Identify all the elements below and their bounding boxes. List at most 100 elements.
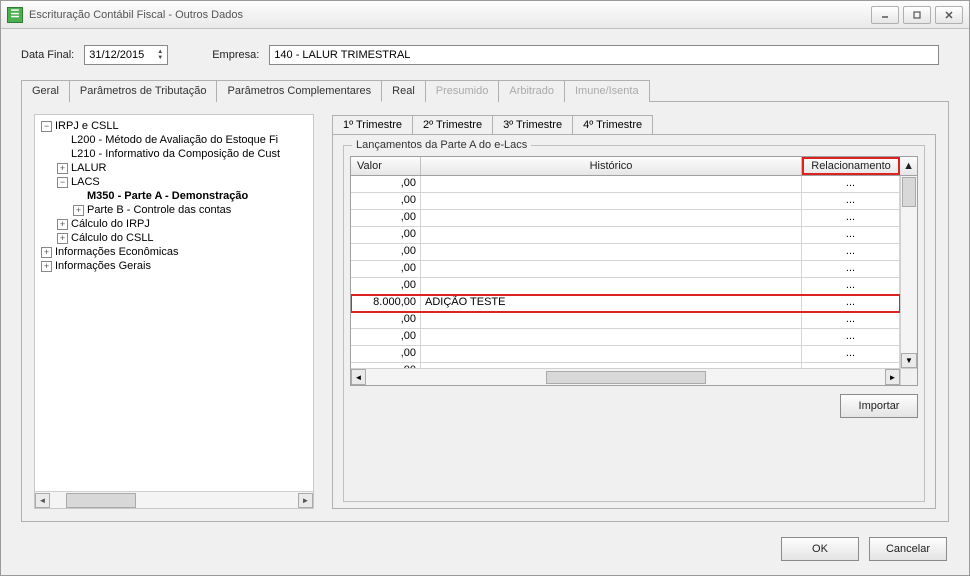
tree-node-calc-irpj[interactable]: +Cálculo do IRPJ (37, 217, 311, 231)
cell-valor[interactable]: ,00 (351, 210, 421, 226)
minimize-button[interactable] (871, 6, 899, 24)
cell-historico[interactable] (421, 261, 802, 277)
table-row[interactable]: ,00... (351, 210, 900, 227)
cell-relacionamento[interactable]: ... (802, 176, 900, 192)
cell-historico[interactable] (421, 193, 802, 209)
sort-up-icon[interactable]: ▲ (900, 157, 917, 175)
tree-panel: −IRPJ e CSLL L200 - Método de Avaliação … (34, 114, 314, 509)
cell-valor[interactable]: ,00 (351, 176, 421, 192)
tab-arbitrado: Arbitrado (498, 80, 565, 102)
scroll-thumb[interactable] (546, 371, 706, 384)
cell-historico[interactable] (421, 312, 802, 328)
tab-t4[interactable]: 4º Trimestre (572, 115, 653, 135)
minus-icon[interactable]: − (57, 177, 68, 188)
tab-geral[interactable]: Geral (21, 80, 70, 102)
table-row[interactable]: ,00... (351, 176, 900, 193)
cell-valor[interactable]: ,00 (351, 244, 421, 260)
table-row[interactable]: ,00... (351, 193, 900, 210)
scroll-thumb[interactable] (66, 493, 136, 508)
tab-t3[interactable]: 3º Trimestre (492, 115, 573, 135)
table-row[interactable]: ,00... (351, 227, 900, 244)
tree-node-lacs[interactable]: −LACS (37, 175, 311, 189)
tree-node-l200[interactable]: L200 - Método de Avaliação do Estoque Fi (37, 133, 311, 147)
scroll-left-icon[interactable]: ◄ (351, 369, 366, 385)
table-row[interactable]: ,00... (351, 278, 900, 295)
scroll-left-icon[interactable]: ◄ (35, 493, 50, 508)
cell-valor[interactable]: ,00 (351, 312, 421, 328)
table-row[interactable]: 8.000,00ADIÇÃO TESTE... (351, 295, 900, 312)
tab-presumido: Presumido (425, 80, 500, 102)
cell-relacionamento[interactable]: ... (802, 227, 900, 243)
table-row[interactable]: ,00... (351, 346, 900, 363)
col-historico[interactable]: Histórico (421, 157, 802, 175)
cell-valor[interactable]: ,00 (351, 329, 421, 345)
tree-node-lalur[interactable]: +LALUR (37, 161, 311, 175)
tree-node-m350[interactable]: M350 - Parte A - Demonstração (37, 189, 311, 203)
tab-t1[interactable]: 1º Trimestre (332, 115, 413, 135)
cell-relacionamento[interactable]: ... (802, 261, 900, 277)
scroll-right-icon[interactable]: ► (298, 493, 313, 508)
tab-t2[interactable]: 2º Trimestre (412, 115, 493, 135)
close-button[interactable] (935, 6, 963, 24)
table-row[interactable]: ,00... (351, 261, 900, 278)
plus-icon[interactable]: + (57, 233, 68, 244)
cell-relacionamento[interactable]: ... (802, 278, 900, 294)
plus-icon[interactable]: + (57, 163, 68, 174)
cell-relacionamento[interactable]: ... (802, 312, 900, 328)
cell-historico[interactable] (421, 244, 802, 260)
table-row[interactable]: ,00... (351, 244, 900, 261)
cell-valor[interactable]: ,00 (351, 261, 421, 277)
tree-node-irpj-csll[interactable]: −IRPJ e CSLL (37, 119, 311, 133)
tree-node-calc-csll[interactable]: +Cálculo do CSLL (37, 231, 311, 245)
cell-valor[interactable]: ,00 (351, 227, 421, 243)
cancel-button[interactable]: Cancelar (869, 537, 947, 561)
tree-h-scrollbar[interactable]: ◄ ► (35, 491, 313, 508)
table-row[interactable]: ,00... (351, 312, 900, 329)
cell-relacionamento[interactable]: ... (802, 329, 900, 345)
grid-v-scrollbar[interactable]: ▼ (900, 176, 917, 368)
tab-real[interactable]: Real (381, 80, 426, 102)
cell-relacionamento[interactable]: ... (802, 193, 900, 209)
data-final-input[interactable]: 31/12/2015 ▲▼ (84, 45, 168, 65)
cell-relacionamento[interactable]: ... (802, 210, 900, 226)
plus-icon[interactable]: + (73, 205, 84, 216)
plus-icon[interactable]: + (57, 219, 68, 230)
empresa-input[interactable]: 140 - LALUR TRIMESTRAL (269, 45, 939, 65)
ok-button[interactable]: OK (781, 537, 859, 561)
scroll-right-icon[interactable]: ► (885, 369, 900, 385)
cell-historico[interactable] (421, 278, 802, 294)
scroll-down-icon[interactable]: ▼ (901, 353, 917, 368)
tree-node-l210[interactable]: L210 - Informativo da Composição de Cust (37, 147, 311, 161)
cell-valor[interactable]: ,00 (351, 278, 421, 294)
cell-historico[interactable] (421, 227, 802, 243)
cell-historico[interactable] (421, 346, 802, 362)
col-relacionamento[interactable]: Relacionamento (802, 157, 900, 175)
group-legend: Lançamentos da Parte A do e-Lacs (352, 139, 531, 151)
tree-node-parte-b[interactable]: +Parte B - Controle das contas (37, 203, 311, 217)
cell-historico[interactable] (421, 210, 802, 226)
spinner-down-icon[interactable]: ▼ (157, 55, 163, 61)
cell-relacionamento[interactable]: ... (802, 244, 900, 260)
tab-param-comp[interactable]: Parâmetros Complementares (216, 80, 382, 102)
cell-relacionamento[interactable]: ... (802, 346, 900, 362)
plus-icon[interactable]: + (41, 261, 52, 272)
cell-valor[interactable]: ,00 (351, 193, 421, 209)
plus-icon[interactable]: + (41, 247, 52, 258)
tree-node-info-gerais[interactable]: +Informações Gerais (37, 259, 311, 273)
grid-h-scrollbar[interactable]: ◄ ► (351, 368, 900, 385)
scroll-thumb[interactable] (902, 177, 916, 207)
col-valor[interactable]: Valor (351, 157, 421, 175)
cell-valor[interactable]: ,00 (351, 346, 421, 362)
cell-valor[interactable]: 8.000,00 (351, 295, 421, 311)
tab-param-trib[interactable]: Parâmetros de Tributação (69, 80, 218, 102)
maximize-button[interactable] (903, 6, 931, 24)
cell-historico[interactable] (421, 176, 802, 192)
cell-historico[interactable]: ADIÇÃO TESTE (421, 295, 802, 311)
cell-relacionamento[interactable]: ... (802, 295, 900, 311)
main-tabs: Geral Parâmetros de Tributação Parâmetro… (21, 79, 949, 102)
tree-node-info-econ[interactable]: +Informações Econômicas (37, 245, 311, 259)
minus-icon[interactable]: − (41, 121, 52, 132)
table-row[interactable]: ,00... (351, 329, 900, 346)
cell-historico[interactable] (421, 329, 802, 345)
import-button[interactable]: Importar (840, 394, 918, 418)
